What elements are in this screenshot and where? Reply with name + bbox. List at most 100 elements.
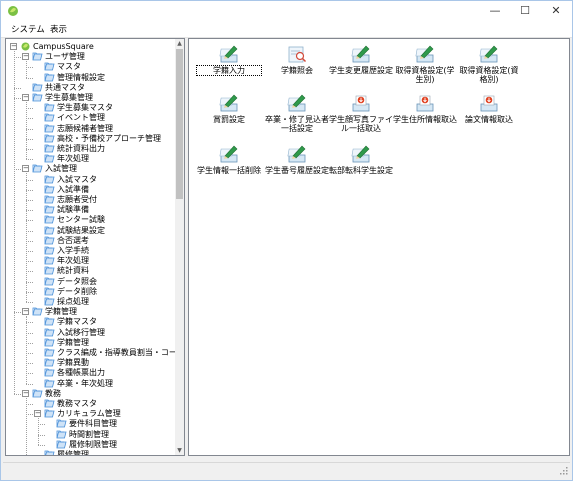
tree-connector bbox=[26, 108, 33, 110]
tree-item-label: 学籍マスタ bbox=[57, 317, 97, 327]
tree-item-label: 学籍管理 bbox=[57, 337, 89, 347]
function-tile[interactable]: 転部転科学生設定 bbox=[329, 144, 393, 184]
edit-pencil-icon bbox=[479, 45, 498, 63]
function-tile[interactable]: 学籍入力 bbox=[196, 44, 262, 84]
scroll-down-icon[interactable]: ▼ bbox=[175, 446, 184, 455]
tree-guide-line bbox=[26, 61, 27, 78]
tree-vertical-scrollbar[interactable]: ▲ ▼ bbox=[175, 39, 184, 455]
tree-item-label: センター試験 bbox=[57, 215, 105, 225]
tree-guide-line bbox=[38, 418, 39, 445]
import-icon bbox=[352, 95, 370, 112]
collapse-toggle-icon[interactable]: − bbox=[22, 308, 29, 316]
scroll-up-icon[interactable]: ▲ bbox=[175, 39, 184, 48]
tree-guide-line bbox=[26, 173, 27, 302]
function-tile[interactable]: 学生変更履歴設定 bbox=[329, 44, 393, 84]
folder-icon bbox=[44, 297, 55, 306]
function-tile[interactable]: 賞罰設定 bbox=[197, 93, 261, 133]
tree-item-label: 高校・予備校アプローチ管理 bbox=[57, 133, 161, 143]
collapse-toggle-icon[interactable]: − bbox=[22, 53, 29, 61]
tree-connector bbox=[26, 353, 33, 354]
tree-item-label: 学生募集マスタ bbox=[57, 103, 113, 113]
function-tile[interactable]: 学籍照会 bbox=[265, 44, 329, 84]
folder-icon bbox=[32, 389, 43, 398]
tree-connector bbox=[14, 312, 21, 314]
tree-connector bbox=[26, 220, 33, 222]
folder-icon bbox=[32, 83, 43, 92]
function-tile-label: 学生住所情報取込 bbox=[393, 115, 457, 124]
tree-connector bbox=[26, 383, 33, 385]
navigation-tree: − CampusSquare − ユーザ管理 マスタ 管理情報設定 共通マスタ − 学生募集管理… bbox=[6, 39, 175, 455]
folder-icon bbox=[44, 338, 55, 347]
tree-connector bbox=[26, 322, 33, 324]
maximize-button[interactable]: ☐ bbox=[510, 1, 540, 21]
menu-view[interactable]: 表示 bbox=[50, 23, 67, 35]
function-tile[interactable]: 学生番号履歴設定 bbox=[265, 144, 329, 184]
folder-icon bbox=[44, 144, 55, 153]
collapse-toggle-icon[interactable]: − bbox=[22, 94, 29, 101]
function-tile-label: 学生情報一括削除 bbox=[197, 166, 261, 175]
menu-bar: システム 表示 bbox=[1, 21, 572, 38]
function-tile[interactable]: 取得資格設定(資格別) bbox=[457, 44, 521, 84]
folder-icon bbox=[56, 419, 67, 428]
edit-pencil-icon bbox=[219, 145, 238, 163]
function-tile[interactable]: 取得資格設定(学生別) bbox=[393, 44, 457, 84]
function-tiles-panel: 学籍入力 学籍照会 学生変更履歴設定 取得資格設定(学生別) 取得資格設定(資格… bbox=[188, 38, 570, 456]
tree-item-label: 履修管理 bbox=[57, 450, 89, 455]
collapse-toggle-icon[interactable]: − bbox=[34, 410, 41, 418]
tree-connector bbox=[26, 414, 33, 416]
resize-grip-icon[interactable] bbox=[560, 467, 568, 475]
folder-icon bbox=[44, 287, 55, 296]
title-bar: — ☐ ✕ bbox=[1, 1, 572, 21]
scrollbar-thumb[interactable] bbox=[176, 49, 183, 199]
edit-pencil-icon bbox=[219, 45, 238, 63]
folder-icon bbox=[44, 328, 55, 336]
folder-icon bbox=[56, 430, 67, 438]
function-tile-label: 卒業・修了見込者一括設定 bbox=[265, 115, 329, 133]
tree-item-label: 学生募集管理 bbox=[45, 93, 93, 102]
tree-connector bbox=[26, 149, 33, 150]
tree-guide-line bbox=[26, 397, 27, 455]
tree-connector bbox=[14, 98, 21, 99]
tree-guide-line bbox=[14, 51, 15, 394]
tree-connector bbox=[26, 77, 33, 79]
function-tile-label: 学籍照会 bbox=[281, 66, 313, 75]
folder-icon bbox=[44, 185, 55, 194]
tree-item-label: 合否選考 bbox=[57, 235, 89, 245]
tree-item-label: 教務マスタ bbox=[57, 399, 97, 408]
folder-icon bbox=[44, 103, 55, 112]
folder-icon bbox=[44, 379, 55, 387]
navigation-tree-panel: − CampusSquare − ユーザ管理 マスタ 管理情報設定 共通マスタ − 学生募集管理… bbox=[5, 38, 185, 456]
function-tile-label: 取得資格設定(資格別) bbox=[459, 66, 519, 84]
function-tile[interactable]: 学生住所情報取込 bbox=[393, 93, 457, 133]
collapse-toggle-icon[interactable]: − bbox=[10, 43, 17, 50]
function-tile[interactable]: 学生顔写真ファイル一括取込 bbox=[329, 93, 393, 133]
tree-item-label: カリキュラム管理 bbox=[57, 409, 121, 419]
status-bar bbox=[3, 462, 570, 477]
folder-icon bbox=[44, 450, 55, 455]
collapse-toggle-icon[interactable]: − bbox=[22, 389, 29, 397]
menu-system[interactable]: システム bbox=[11, 23, 45, 35]
folder-icon bbox=[32, 307, 43, 316]
function-tile[interactable]: 卒業・修了見込者一括設定 bbox=[265, 93, 329, 133]
tree-item-label: 共通マスタ bbox=[45, 82, 85, 92]
tree-item-label: 試験結果設定 bbox=[57, 225, 105, 235]
tree-item-label: 卒業・年次処理 bbox=[57, 378, 113, 388]
function-tile[interactable]: 論文情報取込 bbox=[457, 93, 521, 133]
tree-connector bbox=[26, 118, 33, 120]
search-document-icon bbox=[288, 46, 307, 63]
collapse-toggle-icon[interactable]: − bbox=[22, 165, 29, 173]
tree-connector bbox=[38, 444, 45, 446]
function-tile-label: 学生変更履歴設定 bbox=[329, 66, 393, 75]
edit-pencil-icon bbox=[287, 145, 306, 163]
tree-item-label: クラス編成・指導教員割当・コース配属 bbox=[57, 348, 175, 357]
close-button[interactable]: ✕ bbox=[541, 1, 571, 21]
function-tile-label: 論文情報取込 bbox=[465, 115, 513, 124]
tree-item-label: 学籍異動 bbox=[57, 358, 89, 368]
folder-icon bbox=[44, 317, 55, 326]
folder-icon bbox=[32, 93, 43, 102]
function-tile[interactable]: 学生情報一括削除 bbox=[197, 144, 261, 184]
edit-pencil-icon bbox=[287, 94, 306, 112]
tree-item-label: 入試移行管理 bbox=[57, 327, 105, 337]
tree-item-label: 採点処理 bbox=[57, 297, 89, 306]
minimize-button[interactable]: — bbox=[480, 1, 510, 21]
